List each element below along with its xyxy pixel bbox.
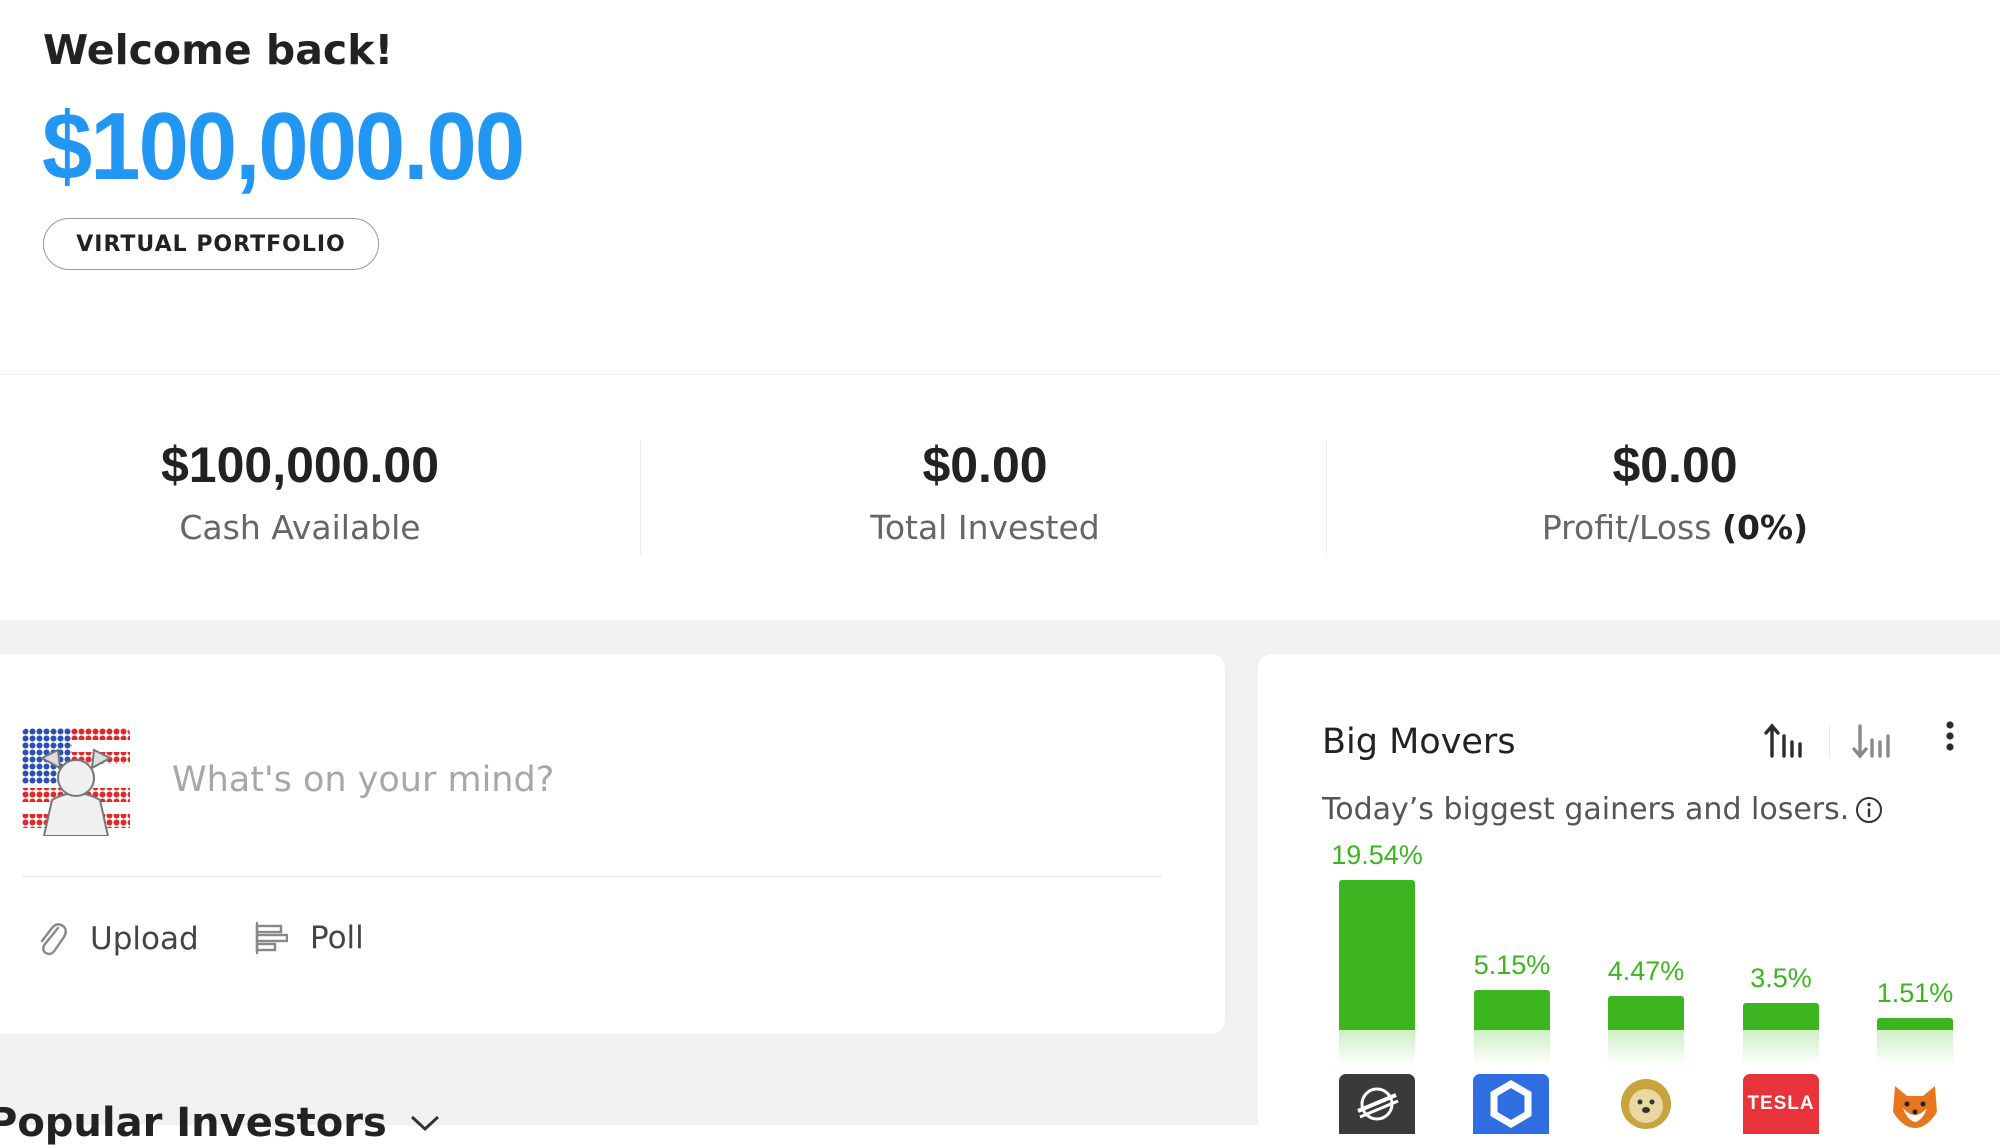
- stat-divider: [1326, 440, 1327, 556]
- stat-profit-loss: $0.00 Profit/Loss (0%): [1355, 440, 1995, 547]
- more-options-icon[interactable]: [1942, 720, 1958, 756]
- mover-bar-shadow: [1877, 1030, 1953, 1066]
- stellar-logo-icon[interactable]: [1339, 1074, 1415, 1134]
- dogecoin-logo-icon[interactable]: [1608, 1074, 1684, 1134]
- mover-bar-shadow: [1474, 1030, 1550, 1066]
- profit-loss-label-row: Profit/Loss (0%): [1355, 508, 1995, 547]
- upload-label: Upload: [90, 921, 199, 957]
- big-movers-subtitle: Today’s biggest gainers and losers.: [1322, 792, 1850, 827]
- mover-bar-shadow: [1743, 1030, 1819, 1066]
- post-input[interactable]: What's on your mind?: [172, 760, 554, 800]
- paperclip-icon: [40, 923, 67, 956]
- poll-label: Poll: [310, 920, 364, 956]
- portfolio-balance: $100,000.00: [42, 93, 525, 200]
- stat-cash-available: $100,000.00 Cash Available: [0, 440, 620, 547]
- mover-change-label: 5.15%: [1473, 950, 1551, 981]
- mover-change-label: 1.51%: [1876, 978, 1954, 1008]
- poll-button[interactable]: Poll: [254, 920, 364, 956]
- big-movers-title: Big Movers: [1322, 722, 1516, 762]
- sort-gainers-icon[interactable]: [1764, 722, 1806, 760]
- popular-investors-title: Popular Investors: [0, 1100, 387, 1146]
- mover-change-label: 3.5%: [1750, 963, 1812, 994]
- profit-loss-label: Profit/Loss: [1541, 508, 1712, 547]
- cash-available-label: Cash Available: [179, 508, 421, 547]
- stat-divider: [640, 440, 641, 556]
- stat-total-invested: $0.00 Total Invested: [665, 440, 1305, 547]
- post-composer-card: [0, 654, 1225, 1034]
- mover-bar[interactable]: [1877, 1018, 1953, 1030]
- mover-bar[interactable]: [1608, 995, 1684, 1030]
- profit-loss-percent: (0%): [1721, 508, 1809, 547]
- info-icon[interactable]: [1855, 796, 1883, 824]
- user-avatar[interactable]: [22, 728, 130, 836]
- big-movers-subtitle-row: Today’s biggest gainers and losers.: [1322, 792, 1883, 827]
- mover-bar-shadow: [1339, 1030, 1415, 1066]
- mover-bar[interactable]: [1474, 990, 1550, 1030]
- mover-bar[interactable]: [1339, 880, 1415, 1030]
- poll-icon: [255, 921, 288, 955]
- mover-change-label: 4.47%: [1607, 955, 1685, 986]
- chainlink-logo-icon[interactable]: [1473, 1074, 1549, 1134]
- profit-loss-value: $0.00: [1612, 437, 1738, 493]
- header-divider: [0, 374, 2000, 375]
- mover-change-label: 19.54%: [1331, 840, 1423, 870]
- shiba-inu-logo-icon[interactable]: [1877, 1074, 1953, 1134]
- tesla-logo-text: TESLA: [1747, 1093, 1815, 1114]
- sort-divider: [1829, 726, 1830, 758]
- total-invested-value: $0.00: [922, 437, 1048, 493]
- tesla-logo-icon[interactable]: TESLA: [1743, 1074, 1819, 1134]
- mover-bar-shadow: [1608, 1030, 1684, 1066]
- mover-bar[interactable]: [1743, 1003, 1819, 1030]
- upload-button[interactable]: Upload: [36, 920, 199, 958]
- popular-investors-heading[interactable]: Popular Investors: [0, 1100, 441, 1146]
- post-divider: [22, 876, 1162, 877]
- total-invested-label: Total Invested: [870, 508, 1100, 547]
- sort-losers-icon[interactable]: [1852, 722, 1894, 760]
- welcome-heading: Welcome back!: [43, 26, 394, 74]
- cash-available-value: $100,000.00: [160, 437, 440, 493]
- chevron-down-icon: [410, 1115, 439, 1132]
- virtual-portfolio-button[interactable]: VIRTUAL PORTFOLIO: [43, 218, 379, 270]
